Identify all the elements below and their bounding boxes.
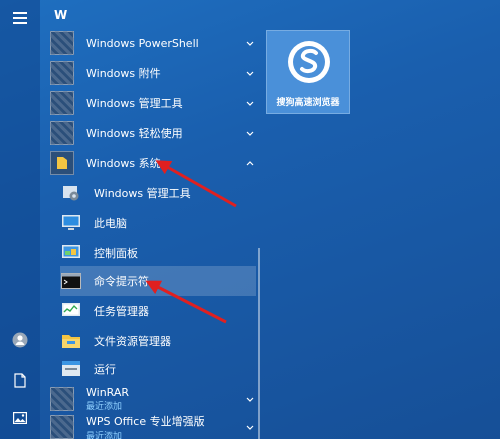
system-item-this-pc[interactable]: 此电脑 — [60, 208, 256, 238]
picture-icon — [13, 412, 27, 424]
app-label: Windows PowerShell — [86, 36, 199, 50]
system-item-control-panel[interactable]: 控制面板 — [60, 238, 256, 268]
user-icon — [12, 332, 28, 348]
chevron-down-icon[interactable] — [244, 127, 256, 139]
this-pc-icon — [60, 212, 82, 234]
sogou-browser-tile[interactable]: 搜狗高速浏览器 — [266, 30, 350, 114]
app-label: WinRAR — [86, 386, 130, 399]
app-label: Windows 系统 — [86, 157, 161, 170]
app-item-accessories[interactable]: Windows 附件 — [50, 58, 262, 88]
app-item-admin-tools[interactable]: Windows 管理工具 — [50, 88, 262, 118]
folder-icon — [50, 151, 74, 175]
section-letter[interactable]: W — [54, 8, 67, 22]
chevron-down-icon[interactable] — [244, 97, 256, 109]
document-icon — [14, 372, 26, 388]
system-item-admin-tools[interactable]: Windows 管理工具 — [60, 178, 256, 208]
run-icon — [60, 358, 82, 380]
command-prompt-icon — [60, 270, 82, 292]
admin-tools-icon — [60, 182, 82, 204]
item-label: 命令提示符 — [94, 275, 149, 288]
folder-tile-icon — [50, 91, 74, 115]
app-item-windows-system[interactable]: Windows 系统 — [50, 148, 262, 178]
app-list: W Windows PowerShell Windows 附件 Windows … — [40, 0, 262, 439]
app-item-powershell[interactable]: Windows PowerShell — [50, 28, 262, 58]
recently-added-label: 最近添加 — [86, 431, 123, 439]
app-item-ease-of-access[interactable]: Windows 轻松使用 — [50, 118, 262, 148]
app-item-wps-office[interactable]: WPS Office 专业增强版 最近添加 — [50, 412, 262, 439]
app-label: Windows 管理工具 — [86, 97, 183, 110]
system-item-command-prompt[interactable]: 命令提示符 — [60, 266, 256, 296]
system-item-file-explorer[interactable]: 文件资源管理器 — [60, 326, 256, 356]
app-label: Windows 轻松使用 — [86, 127, 183, 140]
hamburger-icon — [13, 12, 27, 24]
user-account-button[interactable] — [0, 322, 40, 358]
documents-button[interactable] — [0, 362, 40, 398]
app-label: Windows 附件 — [86, 67, 161, 80]
item-label: 任务管理器 — [94, 305, 149, 318]
folder-tile-icon — [50, 31, 74, 55]
menu-button[interactable] — [0, 0, 40, 36]
folder-tile-icon — [50, 121, 74, 145]
system-item-run[interactable]: 运行 — [60, 354, 256, 384]
folder-tile-icon — [50, 61, 74, 85]
scrollbar[interactable] — [258, 248, 260, 439]
left-rail — [0, 0, 40, 439]
pictures-button[interactable] — [0, 400, 40, 436]
item-label: 控制面板 — [94, 247, 138, 260]
wps-office-icon — [50, 415, 74, 439]
system-item-task-manager[interactable]: 任务管理器 — [60, 296, 256, 326]
winrar-icon — [50, 387, 74, 411]
chevron-down-icon[interactable] — [244, 37, 256, 49]
item-label: 此电脑 — [94, 217, 127, 230]
chevron-down-icon[interactable] — [244, 421, 256, 433]
app-item-winrar[interactable]: WinRAR 最近添加 — [50, 384, 262, 414]
item-label: Windows 管理工具 — [94, 187, 191, 200]
app-label: WPS Office 专业增强版 — [86, 414, 205, 428]
item-label: 运行 — [94, 363, 116, 376]
file-explorer-icon — [60, 330, 82, 352]
item-label: 文件资源管理器 — [94, 335, 171, 348]
sogou-logo-icon — [288, 41, 330, 83]
chevron-down-icon[interactable] — [244, 67, 256, 79]
chevron-down-icon[interactable] — [244, 393, 256, 405]
task-manager-icon — [60, 300, 82, 322]
chevron-up-icon[interactable] — [244, 157, 256, 169]
tile-label: 搜狗高速浏览器 — [276, 98, 340, 108]
recently-added-label: 最近添加 — [86, 402, 123, 412]
control-panel-icon — [60, 242, 82, 264]
